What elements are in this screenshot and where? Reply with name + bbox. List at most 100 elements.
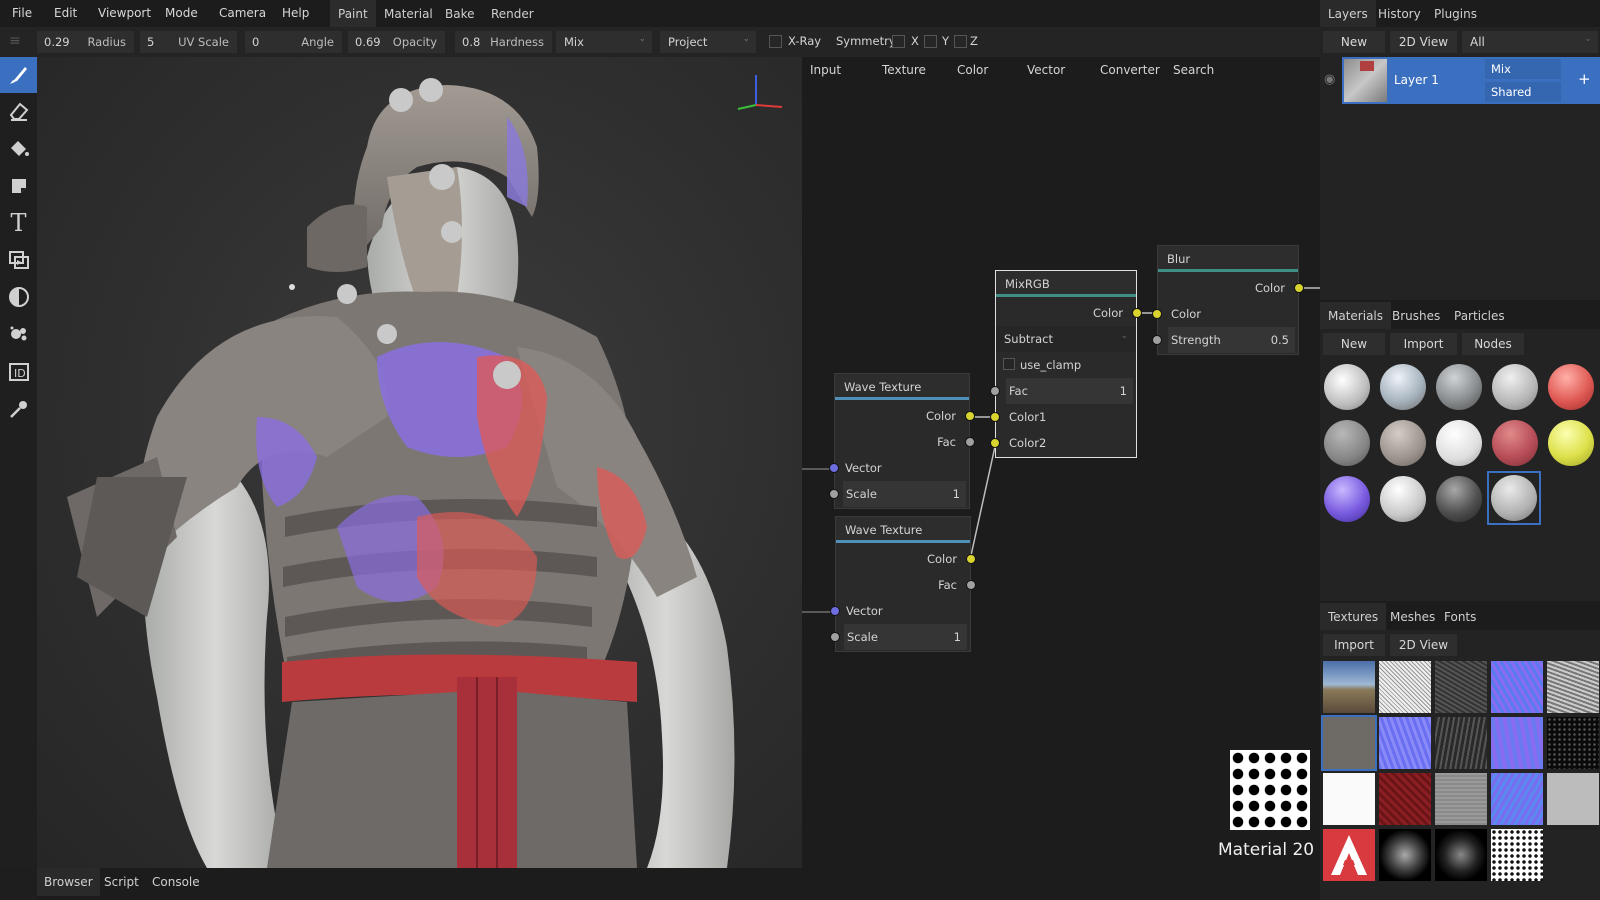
wave2-scale-field[interactable]: Scale 1 (844, 624, 967, 650)
layer-filter-dropdown[interactable]: All ⌄ (1462, 31, 1598, 53)
tab-brushes[interactable]: Brushes (1384, 302, 1448, 329)
wave2-out-fac-socket[interactable] (966, 580, 976, 590)
material-swatch[interactable] (1380, 420, 1426, 466)
menu-file[interactable]: File (12, 6, 32, 20)
nodes-button[interactable]: Nodes (1462, 333, 1524, 355)
new-material-button[interactable]: New (1323, 333, 1385, 355)
material-swatch[interactable] (1324, 364, 1370, 410)
uv-scale-field[interactable]: 5 UV Scale (140, 31, 237, 53)
angle-field[interactable]: 0 Angle (245, 31, 342, 53)
node-wave-texture-1[interactable]: Wave Texture Color Fac Vector Scale 1 (829, 373, 975, 509)
node-wave-texture-2[interactable]: Wave Texture Color Fac Vector Scale 1 (830, 516, 976, 652)
texture-thumbnail[interactable] (1323, 829, 1375, 881)
blur-strength-socket[interactable] (1152, 335, 1162, 345)
projection-dropdown[interactable]: Project ⌄ (660, 31, 756, 53)
texture-thumbnail[interactable] (1323, 661, 1375, 713)
material-swatch[interactable] (1492, 420, 1538, 466)
menu-mode[interactable]: Mode (165, 6, 198, 20)
new-layer-button[interactable]: New (1323, 31, 1385, 53)
menu-viewport[interactable]: Viewport (98, 6, 151, 20)
node-editor[interactable]: Input Texture Color Vector Converter Sea… (802, 57, 1320, 868)
material-swatch[interactable] (1548, 420, 1594, 466)
texture-thumbnail[interactable] (1435, 773, 1487, 825)
tab-fonts[interactable]: Fonts (1436, 603, 1484, 630)
tab-browser[interactable]: Browser (37, 868, 100, 896)
axis-gizmo-icon[interactable] (734, 67, 789, 117)
texture-thumbnail[interactable] (1435, 829, 1487, 881)
use-clamp-checkbox[interactable] (1003, 358, 1015, 370)
material-swatch[interactable] (1380, 364, 1426, 410)
wave2-scale-socket[interactable] (830, 632, 840, 642)
texture-thumbnail[interactable] (1323, 773, 1375, 825)
material-swatch-selected[interactable] (1491, 475, 1537, 521)
node-blur[interactable]: Blur Color Color Strength 0.5 (1152, 245, 1304, 355)
blur-strength-field[interactable]: Strength 0.5 (1168, 327, 1295, 353)
xray-checkbox[interactable] (769, 35, 782, 48)
material-swatch[interactable] (1436, 420, 1482, 466)
symmetry-z-checkbox[interactable] (954, 35, 967, 48)
mixrgb-blend-dropdown[interactable]: Subtract ⌄ (996, 326, 1136, 352)
hardness-field[interactable]: 0.8 Hardness (455, 31, 552, 53)
texture-thumbnail[interactable] (1379, 773, 1431, 825)
text-tool[interactable]: T (0, 205, 37, 241)
symmetry-x-checkbox[interactable] (892, 35, 905, 48)
material-swatch[interactable] (1380, 476, 1426, 522)
tab-script[interactable]: Script (97, 868, 146, 896)
3d-viewport[interactable] (37, 57, 802, 868)
menu-edit[interactable]: Edit (54, 6, 77, 20)
texture-thumbnail[interactable] (1491, 661, 1543, 713)
clone-tool[interactable] (0, 242, 37, 278)
blur-tool[interactable] (0, 279, 37, 315)
texture-thumbnail[interactable] (1379, 661, 1431, 713)
mixrgb-fac-socket[interactable] (990, 386, 1000, 396)
wave2-out-color-socket[interactable] (966, 554, 976, 564)
eraser-tool[interactable] (0, 93, 37, 129)
wave2-vector-socket[interactable] (830, 606, 840, 616)
layer-row[interactable]: Layer 1 Mix Shared + (1342, 57, 1600, 104)
particle-tool[interactable] (0, 316, 37, 352)
wave1-out-color-socket[interactable] (965, 411, 975, 421)
material-swatch[interactable] (1324, 420, 1370, 466)
import-material-button[interactable]: Import (1390, 333, 1457, 355)
wave1-vector-socket[interactable] (829, 463, 839, 473)
blur-out-color-socket[interactable] (1294, 283, 1304, 293)
symmetry-y-checkbox[interactable] (924, 35, 937, 48)
tab-meshes[interactable]: Meshes (1382, 603, 1443, 630)
blending-dropdown[interactable]: Mix ⌄ (556, 31, 652, 53)
visibility-eye-icon[interactable]: ◉ (1324, 72, 1335, 87)
material-swatch[interactable] (1324, 476, 1370, 522)
radius-field[interactable]: 0.29 Radius (37, 31, 134, 53)
tab-materials[interactable]: Materials (1320, 302, 1392, 329)
selected-material-frame[interactable] (1487, 471, 1541, 525)
tab-render[interactable]: Render (483, 0, 542, 27)
material-swatch[interactable] (1492, 364, 1538, 410)
decal-tool[interactable] (0, 168, 37, 204)
tab-particles[interactable]: Particles (1446, 302, 1513, 329)
tab-console[interactable]: Console (145, 868, 207, 896)
mixrgb-out-color-socket[interactable] (1132, 308, 1142, 318)
picker-tool[interactable] (0, 391, 37, 427)
layers-2d-view-button[interactable]: 2D View (1390, 31, 1457, 53)
add-layer-icon[interactable]: + (1578, 70, 1591, 88)
tab-plugins[interactable]: Plugins (1426, 0, 1485, 27)
menu-help[interactable]: Help (282, 6, 309, 20)
tab-textures[interactable]: Textures (1320, 603, 1387, 630)
mixrgb-fac-field[interactable]: Fac 1 (1006, 378, 1133, 404)
opacity-field[interactable]: 0.69 Opacity (348, 31, 445, 53)
material-swatch[interactable] (1436, 476, 1482, 522)
texture-thumbnail[interactable] (1547, 661, 1599, 713)
brush-tool[interactable] (0, 57, 37, 93)
texture-thumbnail[interactable] (1547, 773, 1599, 825)
colorid-tool[interactable]: ID (0, 354, 37, 390)
texture-thumbnail[interactable] (1435, 717, 1487, 769)
tab-material[interactable]: Material (376, 0, 441, 27)
layer-blend-dropdown[interactable]: Mix (1485, 59, 1561, 79)
wave1-scale-field[interactable]: Scale 1 (843, 481, 966, 507)
fill-tool[interactable] (0, 131, 37, 167)
texture-thumbnail[interactable] (1491, 829, 1543, 881)
wave1-scale-socket[interactable] (829, 489, 839, 499)
node-mixrgb[interactable]: MixRGB Color Subtract ⌄ use_clamp Fac 1 … (990, 270, 1142, 458)
material-swatch[interactable] (1436, 364, 1482, 410)
tab-bake[interactable]: Bake (437, 0, 483, 27)
import-texture-button[interactable]: Import (1323, 634, 1385, 656)
